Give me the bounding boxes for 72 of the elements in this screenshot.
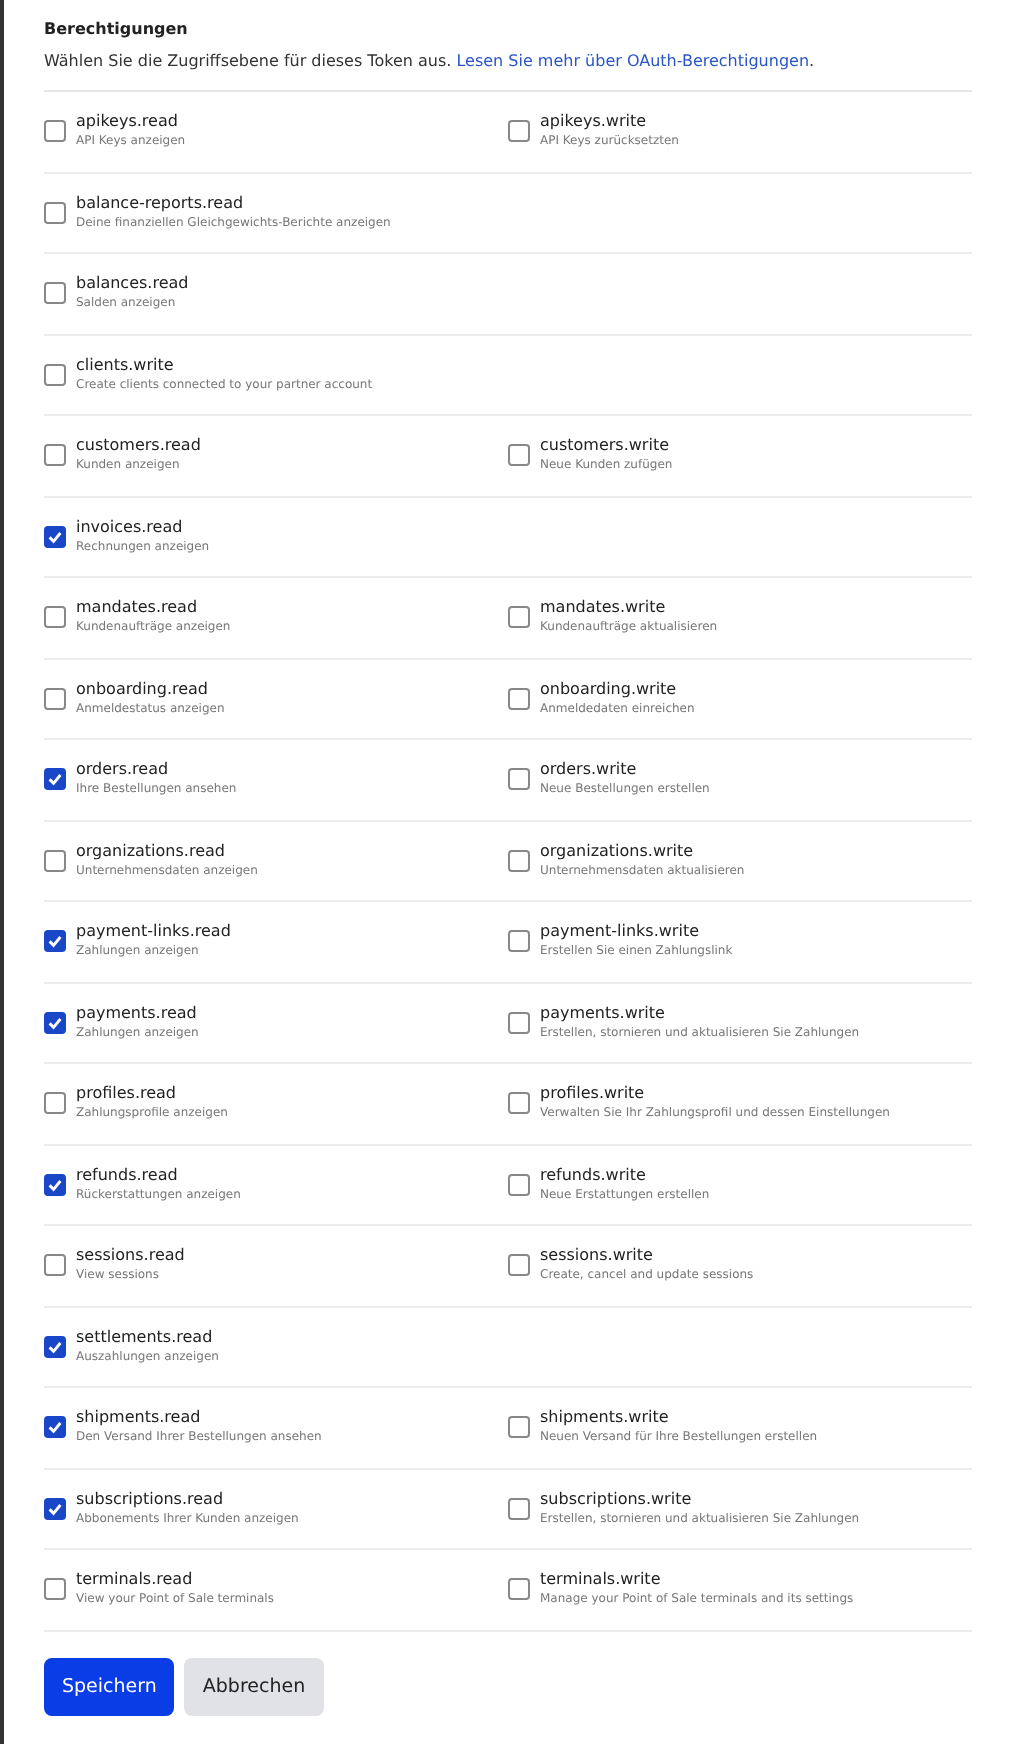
checkbox[interactable] [44,1254,66,1277]
permission-name: terminals.write [540,1570,663,1591]
permission-name: subscriptions.read [76,1489,226,1510]
permission-name: subscriptions.write [540,1489,694,1510]
permission-name: mandates.read [76,598,200,619]
checkbox[interactable] [44,849,66,872]
checkbox[interactable] [508,1416,530,1439]
checkbox[interactable] [44,1173,66,1196]
checkbox[interactable] [508,444,530,467]
checkbox[interactable] [44,201,66,224]
permission-name: apikeys.write [540,112,649,133]
checkbox[interactable] [508,930,530,953]
checkbox[interactable] [44,768,66,791]
permission-name: orders.read [76,760,171,781]
checkbox[interactable] [44,606,66,629]
intro-text: Wählen Sie die Zugriffsebene für dieses Token aus. [44,52,454,70]
oauth-link[interactable]: Lesen Sie mehr über OAuth-Berechtigungen [456,52,810,70]
checkbox[interactable] [44,1416,66,1439]
checkbox[interactable] [44,363,66,386]
section-title: Berechtigungen [44,18,190,42]
checkbox[interactable] [44,1011,66,1034]
checkbox[interactable] [508,1011,530,1034]
permission-name: refunds.read [76,1165,180,1186]
permission-name: balances.read [76,274,189,295]
checkbox[interactable] [508,768,530,791]
checkbox[interactable] [508,1578,530,1601]
checkbox[interactable] [508,687,530,710]
permission-name: invoices.read [76,517,185,538]
permission-name: terminals.read [76,1570,195,1591]
permission-name: payment-links.write [540,922,701,943]
checkbox[interactable] [508,849,530,872]
permission-name: organizations.write [540,841,696,862]
checkbox[interactable] [44,525,66,548]
permission-name: balance-reports.read [76,193,246,214]
checkbox[interactable] [508,120,530,143]
permission-name: shipments.write [540,1408,671,1429]
permission-name: orders.write [540,760,639,781]
permission-name: onboarding.write [540,679,679,700]
permission-name: onboarding.read [76,679,210,700]
checkbox[interactable] [508,606,530,629]
permission-name: profiles.write [540,1084,647,1105]
checkbox[interactable] [508,1254,530,1277]
permission-name: customers.read [76,436,201,457]
save-button[interactable]: Speichern [44,1657,175,1715]
permission-name: payments.write [540,1003,667,1024]
checkbox[interactable] [44,282,66,305]
permission-name: shipments.read [76,1408,203,1429]
permission-name: apikeys.read [76,112,180,133]
permission-name: sessions.read [76,1246,185,1267]
checkbox[interactable] [44,120,66,143]
checkbox[interactable] [44,444,66,467]
permission-name: customers.write [540,436,671,457]
checkbox[interactable] [44,1497,66,1520]
permission-name: profiles.read [76,1084,178,1105]
checkbox[interactable] [508,1092,530,1115]
checkbox[interactable] [44,1578,66,1601]
checkbox[interactable] [44,1092,66,1115]
permission-name: refunds.write [540,1165,648,1186]
permission-name: organizations.read [76,841,227,862]
checkbox[interactable] [44,1335,66,1358]
permission-name: settlements.read [76,1327,215,1348]
permission-name: payments.read [76,1003,199,1024]
permission-name: payment-links.read [76,922,231,943]
permission-name: clients.write [76,355,176,376]
checkbox[interactable] [44,930,66,953]
checkbox[interactable] [508,1173,530,1196]
cancel-button[interactable]: Abbrechen [184,1657,324,1715]
permission-name: mandates.write [540,598,668,619]
permission-name: sessions.write [540,1246,655,1267]
intro-period: . [809,52,815,70]
checkbox[interactable] [508,1497,530,1520]
checkbox[interactable] [44,687,66,710]
